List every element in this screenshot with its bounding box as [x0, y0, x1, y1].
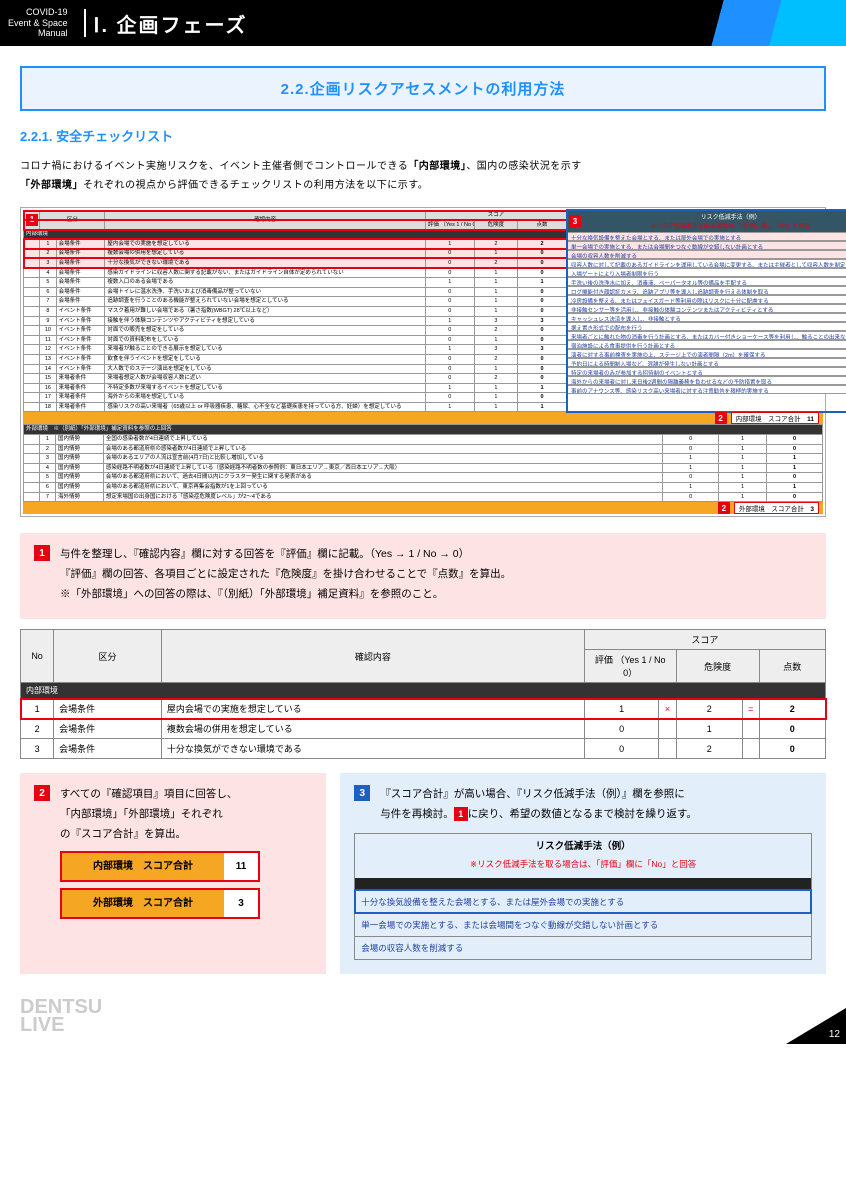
internal-score-pill: 内部環境 スコア合計11	[60, 851, 260, 882]
intro-text: コロナ禍におけるイベント実施リスクを、イベント主催者側でコントロールできる「内部…	[20, 157, 826, 195]
dentsu-live-logo: DENTSULIVE	[20, 998, 102, 1034]
external-sum-row: 2 外部環境 スコア合計 3	[23, 502, 823, 514]
internal-sum-row: 2 内部環境 スコア合計 11	[23, 412, 823, 424]
chapter-title: Ⅰ. 企画フェーズ	[94, 9, 248, 38]
ss-ext-table: 外部環境 ※（別紙）「外部環境」補足資料を参照の上回答 1国内情勢全国の感染者数…	[23, 424, 823, 502]
external-score-pill: 外部環境 スコア合計3	[60, 888, 260, 919]
badge-3-icon: 3	[569, 215, 581, 227]
step-3-box: 3 『スコア合計』が高い場合、『リスク低減手法（例）』欄を参照に 与件を再検討。…	[340, 773, 826, 974]
ss-side-panel: 3 リスク低減手法（例）※リスク低減手法を取る場合は、「評価」欄に「No」と回答…	[567, 210, 846, 412]
mini-example-table: No 区分 確認内容 スコア 評価 （Yes 1 / No 0）危険度点数 内部…	[20, 629, 826, 759]
step-2-badge: 2	[34, 785, 50, 801]
checklist-screenshot: 1 区分 確認内容 スコア 評価 （Yes 1 / No 0）危険度点数 内部環…	[20, 207, 826, 517]
page-header: COVID-19 Event & Space Manual Ⅰ. 企画フェーズ	[0, 0, 846, 46]
ss-main-table: 1 区分 確認内容 スコア 評価 （Yes 1 / No 0）危険度点数 内部環…	[23, 210, 567, 412]
step-1-badge: 1	[34, 545, 50, 561]
step-3-badge: 3	[354, 785, 370, 801]
header-divider	[84, 9, 86, 37]
header-manual-label: COVID-19 Event & Space Manual	[0, 7, 76, 39]
risk-reduction-box: リスク低減手法（例）※リスク低減手法を取る場合は、「評価」欄に「No」と回答 十…	[354, 833, 812, 961]
page-number: 12	[829, 1029, 840, 1040]
section-banner: 2.2.企画リスクアセスメントの利用方法	[20, 66, 826, 111]
badge-1-icon: 1	[26, 214, 38, 226]
step-1-box: 1 与件を整理し、『確認内容』欄に対する回答を『評価』欄に記載。（Yes → 1…	[20, 533, 826, 619]
subsection-title: 2.2.1. 安全チェックリスト	[20, 126, 826, 145]
header-accent	[666, 0, 846, 46]
step-2-box: 2 すべての『確認項目』項目に回答し、 「内部環境」「外部環境」それぞれ の『ス…	[20, 773, 326, 974]
